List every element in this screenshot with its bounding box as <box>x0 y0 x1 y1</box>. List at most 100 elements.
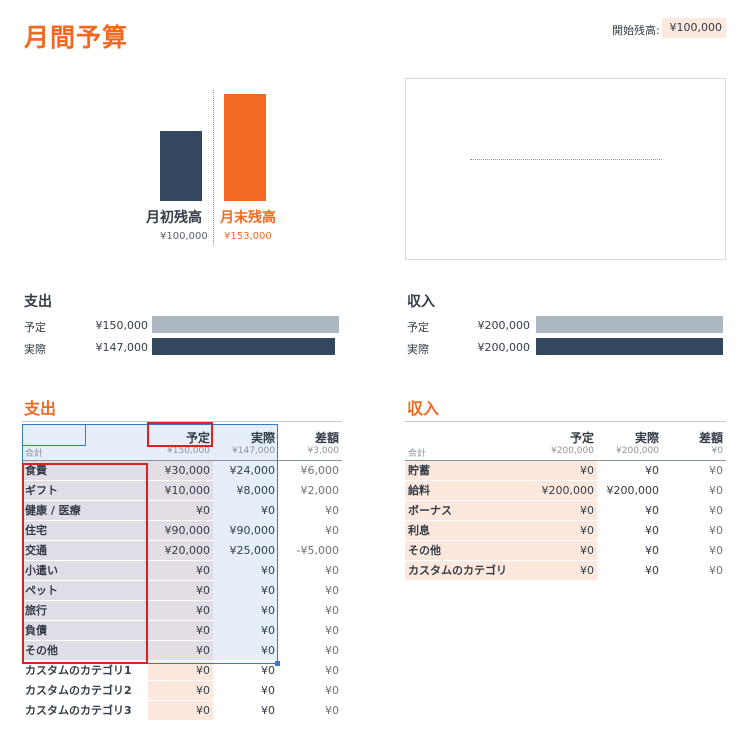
income-total-diff[interactable]: ¥0 <box>662 446 726 461</box>
income-category-cell[interactable]: カスタムのカテゴリ <box>405 560 532 581</box>
income-category-cell[interactable]: その他 <box>405 540 532 561</box>
income-header-plan[interactable]: 予定 <box>532 424 597 446</box>
expense-plan-cell[interactable]: ¥0 <box>148 640 213 661</box>
expense-category-cell[interactable]: 小遣い <box>22 560 148 581</box>
expense-category-cell[interactable]: 負債 <box>22 620 148 641</box>
expense-category-cell[interactable]: 旅行 <box>22 600 148 621</box>
expense-plan-cell[interactable]: ¥90,000 <box>148 520 213 541</box>
income-actual-cell[interactable]: ¥0 <box>597 460 662 480</box>
expense-actual-cell[interactable]: ¥0 <box>213 660 278 680</box>
expense-actual-cell[interactable]: ¥24,000 <box>213 460 278 480</box>
expense-plan-cell[interactable]: ¥0 <box>148 560 213 581</box>
expense-category-cell[interactable]: カスタムのカテゴリ3 <box>22 700 148 720</box>
income-diff-cell[interactable]: ¥0 <box>662 560 726 580</box>
expense-plan-cell[interactable]: ¥0 <box>148 580 213 601</box>
expense-diff-cell[interactable]: ¥0 <box>278 700 342 720</box>
expense-diff-cell[interactable]: ¥0 <box>278 580 342 600</box>
expense-row: 健康 / 医療 ¥0 ¥0 ¥0 <box>22 500 342 521</box>
expense-category-cell[interactable]: 健康 / 医療 <box>22 500 148 521</box>
expense-diff-cell[interactable]: ¥0 <box>278 560 342 580</box>
expense-plan-cell[interactable]: ¥0 <box>148 700 213 721</box>
income-plan-cell[interactable]: ¥0 <box>532 540 597 561</box>
income-plan-cell[interactable]: ¥0 <box>532 560 597 581</box>
expense-diff-cell[interactable]: ¥0 <box>278 620 342 640</box>
expense-plan-cell[interactable]: ¥0 <box>148 620 213 641</box>
income-header-diff[interactable]: 差額 <box>662 424 726 446</box>
expenses-total-actual[interactable]: ¥147,000 <box>213 446 278 461</box>
expense-actual-cell[interactable]: ¥0 <box>213 680 278 700</box>
income-actual-cell[interactable]: ¥0 <box>597 500 662 520</box>
expenses-total-label[interactable]: 合計 <box>22 446 148 461</box>
income-category-cell[interactable]: ボーナス <box>405 500 532 521</box>
income-plan-cell[interactable]: ¥0 <box>532 520 597 541</box>
expense-plan-cell[interactable]: ¥0 <box>148 660 213 681</box>
expenses-total-plan[interactable]: ¥150,000 <box>148 446 213 461</box>
expense-plan-cell[interactable]: ¥0 <box>148 600 213 621</box>
expense-diff-cell[interactable]: ¥0 <box>278 660 342 680</box>
expense-actual-cell[interactable]: ¥90,000 <box>213 520 278 540</box>
expense-actual-cell[interactable]: ¥0 <box>213 640 278 660</box>
expenses-header-actual[interactable]: 実際 <box>213 424 278 446</box>
income-diff-cell[interactable]: ¥0 <box>662 520 726 540</box>
income-actual-cell[interactable]: ¥0 <box>597 540 662 560</box>
expense-plan-cell[interactable]: ¥0 <box>148 500 213 521</box>
income-diff-cell[interactable]: ¥0 <box>662 460 726 480</box>
income-plan-label: 予定 <box>407 321 429 334</box>
expense-actual-cell[interactable]: ¥0 <box>213 580 278 600</box>
expense-plan-cell[interactable]: ¥30,000 <box>148 460 213 481</box>
fill-handle[interactable] <box>275 661 280 666</box>
expense-category-cell[interactable]: その他 <box>22 640 148 661</box>
expense-diff-cell[interactable]: ¥0 <box>278 520 342 540</box>
expense-diff-cell[interactable]: ¥0 <box>278 600 342 620</box>
expenses-header-diff[interactable]: 差額 <box>278 424 342 446</box>
expense-category-cell[interactable]: 交通 <box>22 540 148 561</box>
expense-category-cell[interactable]: ペット <box>22 580 148 601</box>
expense-category-cell[interactable]: カスタムのカテゴリ2 <box>22 680 148 700</box>
income-total-plan[interactable]: ¥200,000 <box>532 446 597 461</box>
income-category-cell[interactable]: 給料 <box>405 480 532 501</box>
income-diff-cell[interactable]: ¥0 <box>662 480 726 500</box>
expense-category-cell[interactable]: 住宅 <box>22 520 148 541</box>
expense-category-cell[interactable]: 食費 <box>22 460 148 481</box>
income-header-blank[interactable] <box>405 424 532 446</box>
page-title: 月間予算 <box>24 23 129 52</box>
expense-plan-cell[interactable]: ¥0 <box>148 680 213 701</box>
income-total-label[interactable]: 合計 <box>405 446 532 461</box>
expense-category-cell[interactable]: カスタムのカテゴリ1 <box>22 660 148 680</box>
expenses-header-blank[interactable] <box>22 424 148 446</box>
income-actual-cell[interactable]: ¥0 <box>597 520 662 540</box>
expense-actual-cell[interactable]: ¥0 <box>213 500 278 520</box>
expense-diff-cell[interactable]: ¥2,000 <box>278 480 342 500</box>
expense-plan-value: ¥150,000 <box>95 319 149 332</box>
expense-actual-cell[interactable]: ¥25,000 <box>213 540 278 560</box>
expense-diff-cell[interactable]: ¥0 <box>278 500 342 520</box>
expense-plan-cell[interactable]: ¥10,000 <box>148 480 213 501</box>
income-plan-cell[interactable]: ¥0 <box>532 460 597 481</box>
income-header-actual[interactable]: 実際 <box>597 424 662 446</box>
empty-chart-placeholder[interactable] <box>405 78 726 260</box>
income-row: その他 ¥0 ¥0 ¥0 <box>405 540 726 561</box>
income-diff-cell[interactable]: ¥0 <box>662 540 726 560</box>
expense-actual-cell[interactable]: ¥0 <box>213 620 278 640</box>
income-total-actual[interactable]: ¥200,000 <box>597 446 662 461</box>
expenses-total-diff[interactable]: ¥3,000 <box>278 446 342 461</box>
expense-diff-cell[interactable]: ¥0 <box>278 640 342 660</box>
expenses-header-plan[interactable]: 予定 <box>148 424 213 446</box>
income-category-cell[interactable]: 利息 <box>405 520 532 541</box>
expense-actual-cell[interactable]: ¥0 <box>213 600 278 620</box>
expense-actual-cell[interactable]: ¥0 <box>213 560 278 580</box>
income-actual-cell[interactable]: ¥0 <box>597 560 662 580</box>
expense-category-cell[interactable]: ギフト <box>22 480 148 501</box>
expense-actual-cell[interactable]: ¥8,000 <box>213 480 278 500</box>
income-diff-cell[interactable]: ¥0 <box>662 500 726 520</box>
income-category-cell[interactable]: 貯蓄 <box>405 460 532 481</box>
start-balance-input[interactable]: ¥100,000 <box>662 18 726 38</box>
expense-actual-cell[interactable]: ¥0 <box>213 700 278 720</box>
expense-diff-cell[interactable]: -¥5,000 <box>278 540 342 560</box>
expense-plan-cell[interactable]: ¥20,000 <box>148 540 213 561</box>
expense-diff-cell[interactable]: ¥0 <box>278 680 342 700</box>
expense-diff-cell[interactable]: ¥6,000 <box>278 460 342 480</box>
income-plan-cell[interactable]: ¥0 <box>532 500 597 521</box>
income-actual-cell[interactable]: ¥200,000 <box>597 480 662 500</box>
income-plan-cell[interactable]: ¥200,000 <box>532 480 597 501</box>
